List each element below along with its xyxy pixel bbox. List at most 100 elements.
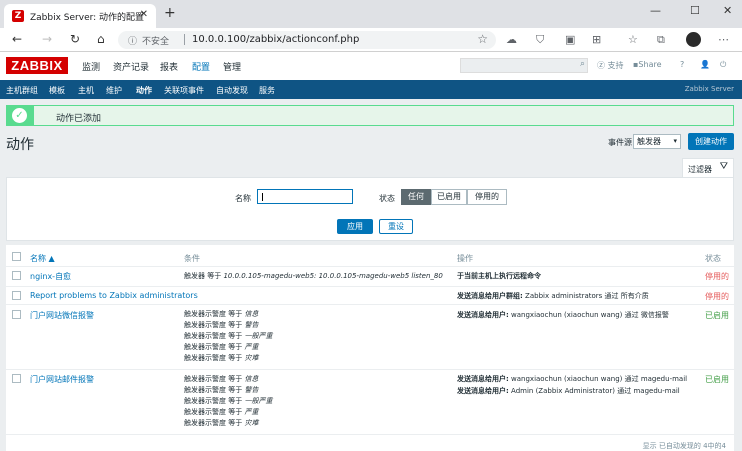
- forward-icon[interactable]: →: [42, 32, 52, 46]
- search-icon[interactable]: ⌕: [580, 59, 585, 69]
- global-search-input[interactable]: ⌕: [460, 58, 588, 73]
- operation-line: 发送消息给用户: Admin (Zabbix Administrator) 通过…: [457, 387, 680, 395]
- action-name-link[interactable]: 门户网站微信报警: [30, 310, 94, 321]
- submenu-services[interactable]: 服务: [259, 85, 275, 96]
- profile-avatar[interactable]: [686, 32, 701, 47]
- row-checkbox[interactable]: [12, 310, 21, 319]
- condition-line: 触发器示警度 等于 一般严重: [184, 332, 273, 340]
- status-toggle[interactable]: 停用的: [705, 291, 729, 302]
- support-link[interactable]: Ⓩ 支持: [597, 60, 624, 71]
- status-toggle[interactable]: 已启用: [705, 374, 729, 385]
- row-divider: [6, 286, 734, 287]
- collections-icon[interactable]: ⧉: [657, 33, 665, 47]
- status-toggle[interactable]: 停用的: [705, 271, 729, 282]
- status-option-any[interactable]: 任何: [401, 189, 431, 205]
- submenu-maintenance[interactable]: 维护: [106, 85, 122, 96]
- status-toggle[interactable]: 已启用: [705, 310, 729, 321]
- submenu-host-groups[interactable]: 主机群组: [6, 85, 38, 96]
- browser-tab-bar: Z Zabbix Server: 动作的配置 ✕ + — ☐ ✕: [0, 0, 742, 28]
- maximize-icon[interactable]: ☐: [690, 4, 700, 17]
- submenu-discovery[interactable]: 自动发现: [216, 85, 248, 96]
- status-option-enabled[interactable]: 已启用: [431, 189, 467, 205]
- browser-tab[interactable]: Z Zabbix Server: 动作的配置 ✕: [4, 4, 156, 28]
- favorite-star-icon[interactable]: ☆: [477, 32, 488, 46]
- check-icon: ✓: [12, 108, 27, 123]
- select-all-checkbox[interactable]: [12, 252, 21, 261]
- event-source-value: 触发器: [637, 137, 661, 146]
- tab-title: Zabbix Server: 动作的配置: [30, 13, 145, 23]
- create-action-button[interactable]: 创建动作: [688, 133, 734, 150]
- conditions-cell: 触发器示警度 等于 信息 触发器示警度 等于 警告 触发器示警度 等于 一般严重…: [184, 309, 272, 364]
- server-name: Zabbix Server: [684, 85, 734, 93]
- sub-navigation: 主机群组 模板 主机 维护 动作 关联项事件 自动发现 服务 Zabbix Se…: [0, 80, 742, 99]
- filter-tab-label: 过滤器: [688, 165, 712, 174]
- address-separator: [184, 34, 185, 45]
- submenu-hosts[interactable]: 主机: [78, 85, 94, 96]
- condition-line: 触发器示警度 等于 一般严重: [184, 397, 273, 405]
- success-message-text: 动作已添加: [56, 114, 102, 124]
- more-icon[interactable]: ⋯: [718, 33, 729, 46]
- submenu-actions[interactable]: 动作: [136, 85, 152, 96]
- home-icon[interactable]: ⌂: [97, 32, 105, 46]
- address-bar[interactable]: ⓘ 不安全 10.0.0.100/zabbix/actionconf.php ☆: [118, 31, 496, 49]
- filter-tab[interactable]: 过滤器 ⛛: [682, 158, 734, 177]
- url-text[interactable]: 10.0.0.100/zabbix/actionconf.php: [192, 34, 359, 45]
- row-divider: [6, 304, 734, 305]
- tab-close-icon[interactable]: ✕: [140, 9, 148, 20]
- share-link[interactable]: ▪Share: [633, 60, 662, 69]
- reset-button[interactable]: 重设: [379, 219, 413, 234]
- menu-configuration[interactable]: 配置: [192, 60, 210, 73]
- event-source-select[interactable]: 触发器 ▾: [633, 134, 681, 149]
- menu-monitoring[interactable]: 监测: [82, 60, 100, 73]
- condition-line: 触发器示警度 等于 严重: [184, 408, 259, 416]
- action-name-link[interactable]: 门户网站邮件报警: [30, 374, 94, 385]
- minimize-icon[interactable]: —: [650, 4, 661, 17]
- condition-line: 触发器示警度 等于 警告: [184, 386, 259, 394]
- operation-line: 发送消息给用户: wangxiaochun (xiaochun wang) 通过…: [457, 375, 688, 383]
- action-name-link[interactable]: nginx-自愈: [30, 271, 71, 282]
- apply-button[interactable]: 应用: [337, 219, 373, 234]
- condition-line: 触发器示警度 等于 灾难: [184, 354, 259, 362]
- menu-administration[interactable]: 管理: [223, 60, 241, 73]
- menu-reports[interactable]: 报表: [160, 60, 178, 73]
- submenu-templates[interactable]: 模板: [49, 85, 65, 96]
- extension-translate-icon[interactable]: ⊞: [592, 33, 601, 46]
- extension-shield-icon[interactable]: ⛉: [536, 33, 544, 47]
- extension-cloud-icon[interactable]: ☁: [506, 33, 517, 46]
- conditions-cell: 触发器示警度 等于 信息 触发器示警度 等于 警告 触发器示警度 等于 一般严重…: [184, 374, 272, 429]
- condition-line: 触发器示警度 等于 灾难: [184, 419, 259, 427]
- row-checkbox[interactable]: [12, 374, 21, 383]
- info-icon[interactable]: ⓘ: [128, 34, 137, 47]
- logout-icon[interactable]: ⏻: [720, 60, 726, 70]
- condition-line: 触发器示警度 等于 严重: [184, 343, 259, 351]
- zabbix-logo[interactable]: ZABBIX: [6, 57, 68, 74]
- extension-box-icon[interactable]: ▣: [565, 33, 575, 46]
- submenu-event-correlation[interactable]: 关联项事件: [164, 85, 204, 96]
- table-footer-count: 显示 已自动发现的 4中的4: [642, 442, 726, 450]
- reload-icon[interactable]: ↻: [70, 32, 80, 46]
- back-icon[interactable]: ←: [12, 32, 22, 46]
- window-close-icon[interactable]: ✕: [723, 4, 732, 17]
- column-header-status: 状态: [705, 254, 721, 263]
- row-checkbox[interactable]: [12, 291, 21, 300]
- column-header-name[interactable]: 名称 ▲: [30, 253, 55, 264]
- filter-name-input[interactable]: [257, 189, 353, 204]
- user-profile-icon[interactable]: 👤: [700, 60, 710, 69]
- status-option-disabled[interactable]: 停用的: [467, 189, 507, 205]
- zabbix-favicon-icon: Z: [12, 10, 24, 22]
- page-title: 动作: [6, 137, 34, 153]
- operations-cell: 于当前主机上执行远程命令: [457, 272, 541, 280]
- text-caret: [262, 193, 263, 201]
- operations-cell: 发送消息给用户群组: Zabbix administrators 通过 所有介质: [457, 292, 649, 300]
- filter-status-label: 状态: [379, 194, 395, 203]
- new-tab-icon[interactable]: +: [164, 5, 176, 21]
- column-header-conditions: 条件: [184, 254, 200, 263]
- action-name-link[interactable]: Report problems to Zabbix administrators: [30, 291, 198, 300]
- menu-inventory[interactable]: 资产记录: [113, 60, 149, 73]
- filter-icon: ⛛: [719, 161, 728, 172]
- condition-line: 触发器示警度 等于 警告: [184, 321, 259, 329]
- chevron-down-icon: ▾: [673, 137, 677, 145]
- favorites-icon[interactable]: ☆: [628, 33, 638, 46]
- help-link[interactable]: ?: [680, 60, 684, 69]
- row-checkbox[interactable]: [12, 271, 21, 280]
